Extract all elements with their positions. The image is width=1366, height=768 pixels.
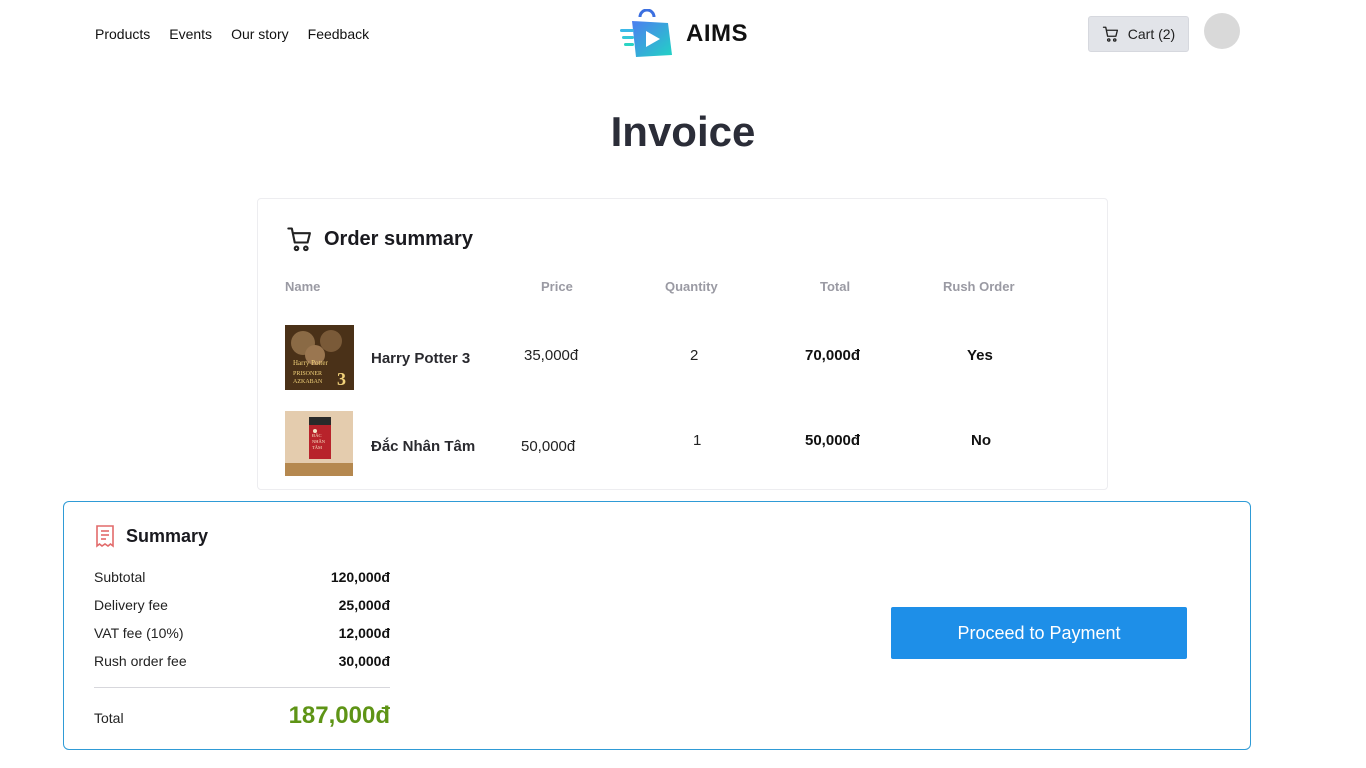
total-value: 187,000đ bbox=[288, 702, 390, 729]
nav-our-story[interactable]: Our story bbox=[231, 24, 289, 44]
summary-value: 120,000đ bbox=[330, 569, 390, 585]
cover-title-line1: ĐẮC bbox=[312, 432, 322, 438]
column-header-quantity: Quantity bbox=[665, 279, 718, 294]
summary-value: 12,000đ bbox=[338, 625, 390, 641]
column-header-price: Price bbox=[541, 279, 573, 294]
cart-button[interactable]: Cart (2) bbox=[1088, 16, 1189, 52]
summary-label: Rush order fee bbox=[94, 653, 187, 669]
cart-icon bbox=[1102, 26, 1118, 42]
summary-value: 30,000đ bbox=[338, 653, 390, 669]
page-title: Invoice bbox=[610, 108, 756, 155]
cover-title-line2: NHÂN bbox=[312, 439, 326, 444]
summary-line-delivery-fee: Delivery fee 25,000đ bbox=[94, 597, 390, 613]
nav-feedback[interactable]: Feedback bbox=[308, 24, 369, 44]
cover-title-line3: TÂM bbox=[312, 445, 322, 450]
column-header-name: Name bbox=[285, 279, 321, 294]
order-summary-card: Order summary Name Price Quantity Total … bbox=[257, 198, 1108, 490]
payment-summary-card: Summary Subtotal 120,000đ Delivery fee 2… bbox=[63, 501, 1251, 750]
product-name: Harry Potter 3 bbox=[371, 350, 471, 367]
summary-label: Subtotal bbox=[94, 569, 146, 585]
brand-name: AIMS bbox=[686, 20, 748, 47]
order-summary-header: Order summary bbox=[286, 225, 473, 253]
summary-header: Summary bbox=[94, 524, 208, 548]
summary-title: Summary bbox=[126, 525, 209, 546]
proceed-to-payment-button[interactable]: Proceed to Payment bbox=[891, 607, 1187, 659]
avatar[interactable] bbox=[1204, 13, 1240, 49]
product-quantity: 1 bbox=[693, 432, 702, 449]
shopping-cart-icon bbox=[287, 227, 311, 252]
summary-divider bbox=[94, 687, 390, 688]
product-rush-order: Yes bbox=[967, 347, 993, 364]
nav-events[interactable]: Events bbox=[169, 24, 212, 44]
cover-subtitle-line1: PRISONER bbox=[293, 371, 322, 377]
product-name: Đắc Nhân Tâm bbox=[371, 438, 476, 455]
product-quantity: 2 bbox=[690, 347, 699, 364]
summary-label: Delivery fee bbox=[94, 597, 168, 613]
order-summary-title: Order summary bbox=[324, 227, 473, 250]
summary-line-vat-fee: VAT fee (10%) 12,000đ bbox=[94, 625, 390, 641]
column-header-total: Total bbox=[820, 279, 851, 294]
summary-label: VAT fee (10%) bbox=[94, 625, 184, 641]
product-price: 35,000đ bbox=[524, 347, 579, 364]
product-price: 50,000đ bbox=[521, 438, 576, 455]
product-total: 50,000đ bbox=[805, 432, 861, 449]
summary-line-rush-order-fee: Rush order fee 30,000đ bbox=[94, 653, 390, 669]
product-rush-order: No bbox=[971, 432, 991, 449]
cover-number: 3 bbox=[337, 369, 346, 389]
cover-title-line: Harry Potter bbox=[293, 359, 328, 367]
shopping-bag-logo-icon bbox=[620, 9, 672, 57]
brand-logo[interactable]: AIMS bbox=[618, 9, 748, 59]
book-cover-dac-nhan-tam: ĐẮC NHÂN TÂM bbox=[285, 411, 353, 476]
nav-products[interactable]: Products bbox=[95, 24, 150, 44]
receipt-icon bbox=[96, 525, 114, 548]
book-cover-harry-potter: Harry Potter PRISONER AZKABAN 3 bbox=[285, 325, 354, 390]
product-image-dac-nhan-tam: ĐẮC NHÂN TÂM bbox=[285, 411, 353, 476]
column-header-rush-order: Rush Order bbox=[943, 279, 1015, 294]
main-nav: Products Events Our story Feedback bbox=[95, 24, 388, 44]
product-total: 70,000đ bbox=[805, 347, 861, 364]
product-image-harry-potter: Harry Potter PRISONER AZKABAN 3 bbox=[285, 325, 354, 390]
cart-label: Cart (2) bbox=[1127, 26, 1176, 42]
cover-subtitle-line2: AZKABAN bbox=[293, 379, 323, 385]
summary-line-subtotal: Subtotal 120,000đ bbox=[94, 569, 390, 585]
summary-value: 25,000đ bbox=[338, 597, 390, 613]
